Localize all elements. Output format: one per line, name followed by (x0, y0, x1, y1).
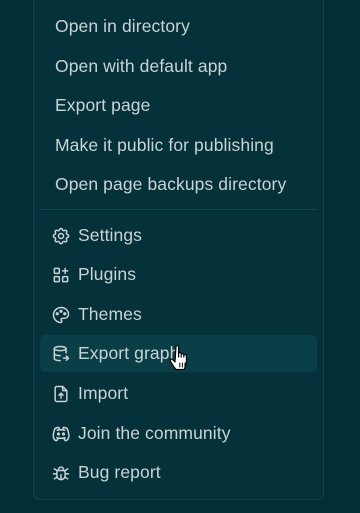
discord-icon (51, 424, 71, 444)
menu-item-import[interactable]: Import (40, 375, 317, 412)
database-export-icon (51, 344, 71, 364)
menu-item-label: Export page (55, 95, 151, 115)
menu-item-label: Make it public for publishing (55, 135, 274, 155)
file-upload-icon (51, 384, 71, 404)
menu-item-label: Export graph (78, 343, 180, 363)
menu-item-label: Import (78, 383, 129, 403)
menu-item-make-public[interactable]: Make it public for publishing (40, 127, 317, 164)
menu-item-open-in-directory[interactable]: Open in directory (40, 8, 317, 45)
menu-item-open-page-backups[interactable]: Open page backups directory (40, 166, 317, 203)
menu-item-label: Bug report (78, 462, 161, 482)
menu-divider (40, 209, 317, 210)
menu-item-join-community[interactable]: Join the community (40, 415, 317, 452)
plugins-grid-icon (51, 265, 71, 285)
palette-icon (51, 305, 71, 325)
settings-gear-icon (51, 226, 71, 246)
menu-item-label: Plugins (78, 264, 137, 284)
menu-item-export-page[interactable]: Export page (40, 87, 317, 124)
menu-item-open-with-default-app[interactable]: Open with default app (40, 48, 317, 85)
menu-item-label: Join the community (78, 423, 231, 443)
menu-item-settings[interactable]: Settings (40, 217, 317, 254)
menu-item-label: Themes (78, 304, 142, 324)
menu-item-label: Open page backups directory (55, 174, 287, 194)
menu-item-label: Open with default app (55, 56, 228, 76)
menu-item-plugins[interactable]: Plugins (40, 256, 317, 293)
bug-icon (51, 463, 71, 483)
menu-item-themes[interactable]: Themes (40, 296, 317, 333)
menu-item-label: Open in directory (55, 16, 190, 36)
more-menu-dropdown: Open in directory Open with default app … (33, 0, 324, 500)
menu-item-export-graph[interactable]: Export graph (40, 335, 317, 372)
menu-item-bug-report[interactable]: Bug report (40, 454, 317, 491)
menu-item-label: Settings (78, 225, 143, 245)
